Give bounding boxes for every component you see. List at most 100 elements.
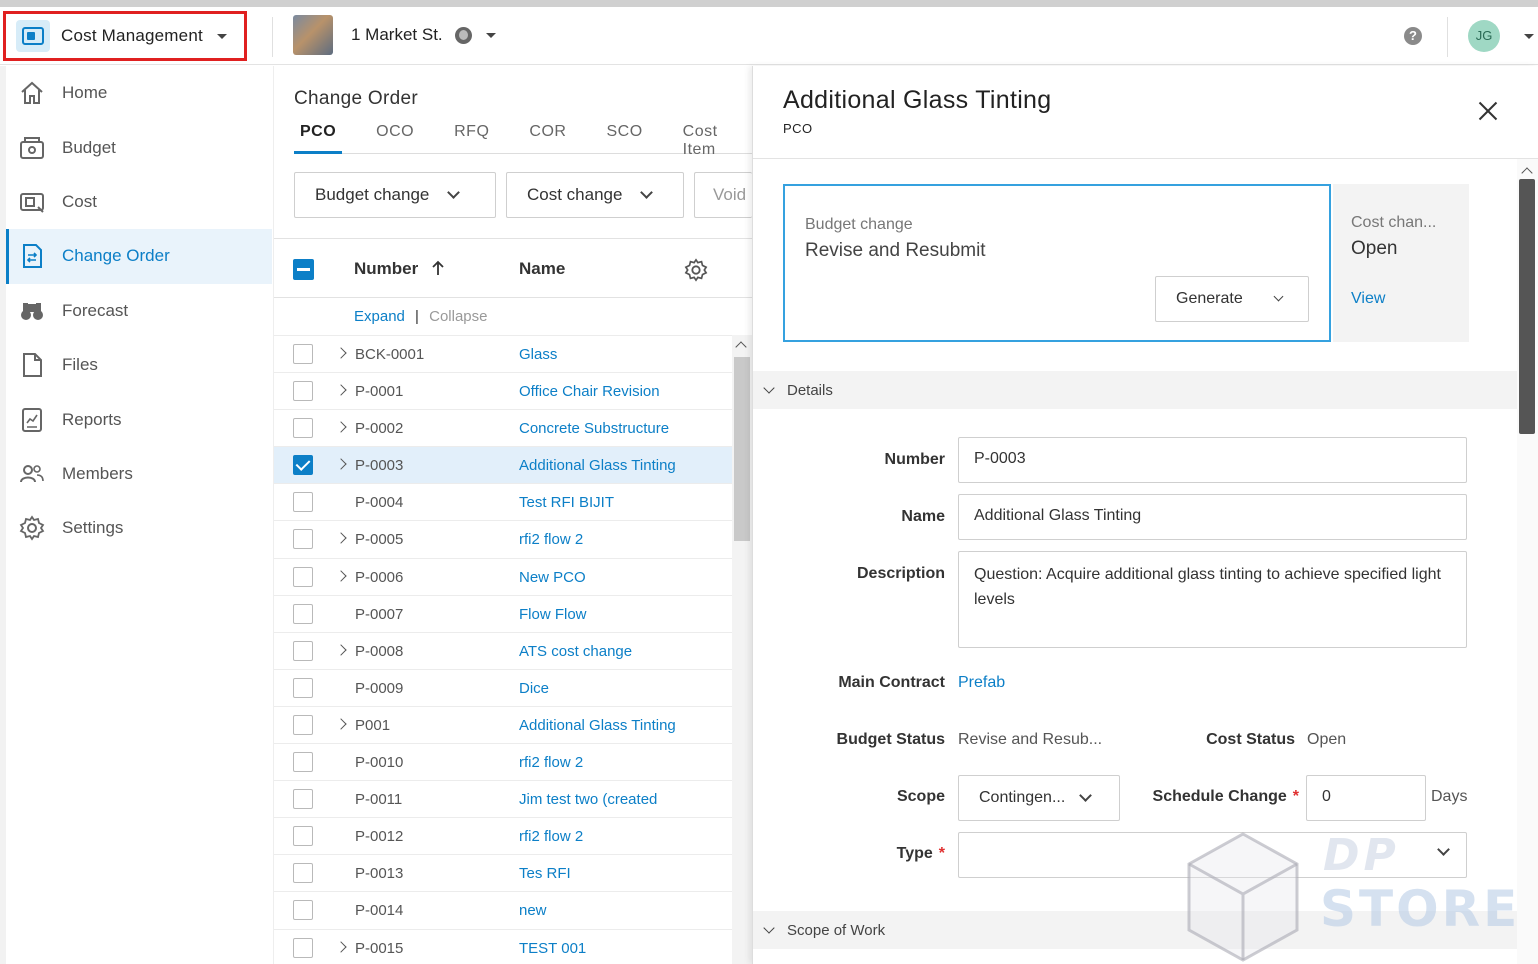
- sidebar-item-files[interactable]: Files: [6, 338, 272, 392]
- name-field[interactable]: Additional Glass Tinting: [958, 494, 1467, 540]
- description-field[interactable]: Question: Acquire additional glass tinti…: [958, 551, 1467, 648]
- sidebar-item-members[interactable]: Members: [6, 447, 272, 501]
- sidebar-item-cost[interactable]: Cost: [6, 175, 272, 229]
- number-field[interactable]: P-0003: [958, 437, 1467, 483]
- row-checkbox[interactable]: [293, 640, 313, 661]
- row-name-link[interactable]: rfi2 flow 2: [519, 531, 679, 548]
- row-checkbox[interactable]: [293, 529, 313, 550]
- sidebar-item-settings[interactable]: Settings: [6, 501, 272, 555]
- table-row[interactable]: P-0014 new: [274, 891, 732, 928]
- detail-scrollbar[interactable]: [1517, 159, 1538, 964]
- scroll-up-icon[interactable]: [1521, 167, 1533, 179]
- sidebar-item-reports[interactable]: Reports: [6, 392, 272, 446]
- avatar[interactable]: JG: [1468, 20, 1500, 52]
- help-icon[interactable]: ?: [1404, 27, 1422, 45]
- row-name-link[interactable]: rfi2 flow 2: [519, 754, 679, 771]
- table-row[interactable]: P-0007 Flow Flow: [274, 594, 732, 632]
- chevron-right-icon[interactable]: [335, 458, 347, 470]
- main-contract-link[interactable]: Prefab: [958, 674, 1005, 692]
- row-checkbox[interactable]: [293, 677, 313, 698]
- row-name-link[interactable]: Flow Flow: [519, 606, 679, 623]
- table-row[interactable]: P-0001 Office Chair Revision: [274, 372, 732, 409]
- chevron-right-icon[interactable]: [335, 384, 347, 396]
- scrollbar-thumb[interactable]: [734, 357, 750, 541]
- row-name-link[interactable]: Additional Glass Tinting: [519, 457, 679, 474]
- close-icon[interactable]: [1477, 100, 1499, 122]
- user-menu-caret-icon[interactable]: [1524, 34, 1534, 39]
- row-name-link[interactable]: New PCO: [519, 569, 679, 586]
- table-row[interactable]: P-0009 Dice: [274, 668, 732, 706]
- row-checkbox[interactable]: [293, 455, 313, 476]
- scroll-up-icon[interactable]: [735, 341, 747, 353]
- tab-rfq[interactable]: RFQ: [448, 120, 495, 154]
- collapse-link[interactable]: Collapse: [429, 308, 487, 325]
- row-name-link[interactable]: Glass: [519, 346, 679, 363]
- table-row[interactable]: P-0006 New PCO: [274, 557, 732, 595]
- table-row[interactable]: P-0013 Tes RFI: [274, 854, 732, 891]
- row-checkbox[interactable]: [293, 863, 313, 884]
- row-name-link[interactable]: new: [519, 902, 679, 919]
- schedule-change-field[interactable]: 0: [1306, 775, 1426, 821]
- row-checkbox[interactable]: [293, 714, 313, 735]
- row-name-link[interactable]: TEST 001: [519, 940, 679, 957]
- expand-link[interactable]: Expand: [354, 308, 405, 325]
- row-checkbox[interactable]: [293, 492, 313, 513]
- row-name-link[interactable]: Jim test two (created: [519, 791, 679, 808]
- table-row[interactable]: P-0010 rfi2 flow 2: [274, 743, 732, 780]
- tab-cost-item[interactable]: Cost Item: [677, 120, 752, 158]
- column-header-name[interactable]: Name: [519, 259, 565, 279]
- row-name-link[interactable]: rfi2 flow 2: [519, 828, 679, 845]
- row-checkbox[interactable]: [293, 826, 313, 847]
- table-row[interactable]: P-0004 Test RFI BIJIT: [274, 483, 732, 520]
- row-checkbox[interactable]: [293, 752, 313, 773]
- row-name-link[interactable]: Test RFI BIJIT: [519, 494, 679, 511]
- chevron-right-icon[interactable]: [335, 532, 347, 545]
- row-checkbox[interactable]: [293, 900, 313, 921]
- generate-button[interactable]: Generate: [1155, 276, 1309, 322]
- tab-pco[interactable]: PCO: [294, 120, 343, 154]
- view-link[interactable]: View: [1351, 290, 1385, 308]
- table-row[interactable]: P-0003 Additional Glass Tinting: [274, 446, 732, 484]
- chevron-right-icon[interactable]: [335, 421, 347, 433]
- details-section-header[interactable]: Details: [753, 371, 1519, 409]
- chevron-right-icon[interactable]: [335, 940, 347, 953]
- sidebar-item-change-order[interactable]: Change Order: [6, 229, 272, 284]
- row-checkbox[interactable]: [293, 418, 313, 439]
- table-row[interactable]: P-0002 Concrete Substructure: [274, 409, 732, 446]
- row-name-link[interactable]: Tes RFI: [519, 865, 679, 882]
- chevron-right-icon[interactable]: [335, 644, 347, 656]
- tab-oco[interactable]: OCO: [370, 120, 420, 154]
- row-name-link[interactable]: Dice: [519, 680, 679, 697]
- void-filter[interactable]: Void: [694, 172, 752, 218]
- row-name-link[interactable]: Additional Glass Tinting: [519, 717, 679, 734]
- table-row[interactable]: P-0012 rfi2 flow 2: [274, 817, 732, 854]
- table-row[interactable]: P-0005 rfi2 flow 2: [274, 520, 732, 557]
- cost-change-card[interactable]: Cost chan... Open View: [1333, 184, 1469, 342]
- table-row[interactable]: BCK-0001 Glass: [274, 335, 732, 372]
- row-checkbox[interactable]: [293, 381, 313, 402]
- chevron-right-icon[interactable]: [335, 347, 347, 359]
- row-checkbox[interactable]: [293, 789, 313, 810]
- row-name-link[interactable]: Office Chair Revision: [519, 383, 679, 400]
- scope-select[interactable]: Contingen...: [958, 775, 1120, 821]
- list-scrollbar[interactable]: [732, 335, 752, 964]
- column-header-number[interactable]: Number: [354, 259, 445, 279]
- sidebar-item-forecast[interactable]: Forecast: [6, 284, 272, 338]
- tab-sco[interactable]: SCO: [600, 120, 648, 154]
- table-row[interactable]: P-0011 Jim test two (created: [274, 780, 732, 817]
- sidebar-item-budget[interactable]: Budget: [6, 120, 272, 174]
- cost-change-filter[interactable]: Cost change: [506, 172, 684, 218]
- table-row[interactable]: P001 Additional Glass Tinting: [274, 705, 732, 743]
- table-row[interactable]: P-0008 ATS cost change: [274, 631, 732, 669]
- scrollbar-thumb[interactable]: [1519, 179, 1535, 434]
- budget-change-filter[interactable]: Budget change: [294, 172, 496, 218]
- row-checkbox[interactable]: [293, 937, 313, 958]
- tab-cor[interactable]: COR: [523, 120, 572, 154]
- app-selector[interactable]: Cost Management: [3, 11, 247, 61]
- row-checkbox[interactable]: [293, 344, 313, 364]
- chevron-right-icon[interactable]: [335, 718, 347, 730]
- budget-change-card[interactable]: Budget change Revise and Resubmit Genera…: [783, 184, 1331, 342]
- row-name-link[interactable]: ATS cost change: [519, 643, 679, 660]
- chevron-right-icon[interactable]: [335, 569, 347, 582]
- gear-icon[interactable]: [684, 258, 708, 287]
